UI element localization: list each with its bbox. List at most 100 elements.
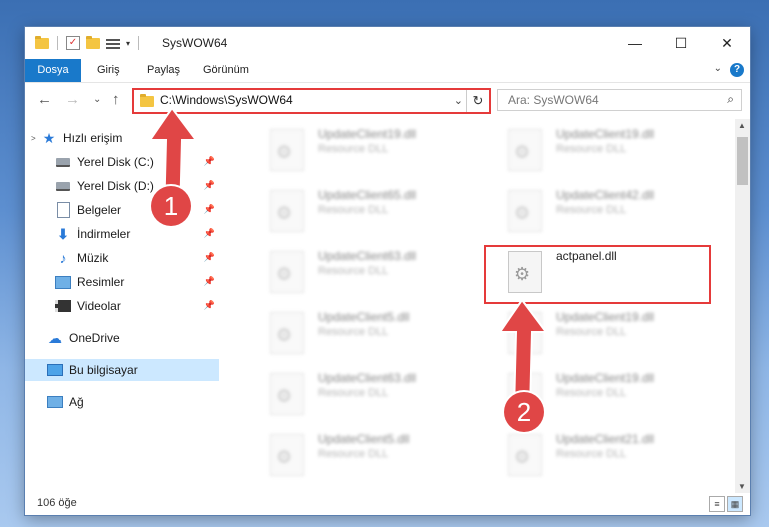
file-item[interactable]: UpdateClient65.dll Resource DLL (246, 182, 474, 234)
pin-icon[interactable]: 📌 (204, 252, 215, 263)
file-description: Resource DLL (318, 387, 389, 399)
file-description: Resource DLL (318, 143, 389, 155)
document-icon (55, 202, 71, 218)
sidebar-item-music[interactable]: ♪ Müzik 📌 (25, 247, 219, 269)
file-item[interactable]: UpdateClient5.dll Resource DLL (246, 304, 474, 356)
maximize-button[interactable]: ☐ (658, 27, 704, 59)
tab-home[interactable]: Giriş (85, 59, 132, 82)
close-button[interactable]: ✕ (704, 27, 750, 59)
new-folder-icon[interactable] (86, 35, 100, 49)
file-name: UpdateClient65.dll (318, 188, 417, 202)
search-icon[interactable]: ⌕ (727, 92, 734, 107)
title-bar: ✓ ▾ SysWOW64 — ☐ ✕ (25, 27, 750, 59)
dll-file-icon (270, 251, 304, 293)
file-description: Resource DLL (556, 387, 627, 399)
file-description: Resource DLL (556, 326, 627, 338)
file-name: UpdateClient5.dll (318, 310, 410, 324)
dll-file-icon (270, 312, 304, 354)
item-count: 106 öğe (37, 497, 77, 509)
sidebar-item-this-pc[interactable]: Bu bilgisayar (25, 359, 219, 381)
file-name: UpdateClient19.dll (556, 371, 655, 385)
file-description: Resource DLL (318, 265, 389, 277)
scrollbar-thumb[interactable] (737, 137, 748, 185)
up-button[interactable]: ↑ (112, 91, 120, 108)
tab-share[interactable]: Paylaş (135, 59, 192, 82)
download-icon: ⬇ (57, 225, 69, 242)
sidebar-item-label: Resimler (77, 275, 125, 289)
pin-icon[interactable]: 📌 (204, 276, 215, 287)
scroll-down-icon[interactable]: ▼ (738, 482, 746, 491)
computer-icon (47, 362, 63, 378)
step-badge-1: 1 (151, 186, 191, 226)
file-description: Resource DLL (556, 204, 627, 216)
toolbar-separator (138, 36, 140, 50)
recent-locations-button[interactable]: ⌄ (93, 94, 101, 105)
forward-button[interactable]: → (65, 91, 80, 108)
folder-icon[interactable] (35, 35, 49, 49)
file-description: Resource DLL (318, 326, 389, 338)
file-name: UpdateClient42.dll (556, 188, 655, 202)
file-name: UpdateClient21.dll (556, 432, 655, 446)
dll-file-icon (270, 373, 304, 415)
refresh-button[interactable]: ↻ (466, 90, 489, 112)
scroll-up-icon[interactable]: ▲ (738, 121, 746, 130)
minimize-button[interactable]: — (612, 27, 658, 59)
toolbar-separator (57, 36, 58, 50)
file-list: UpdateClient19.dll Resource DLL UpdateCl… (222, 119, 735, 493)
file-name: UpdateClient19.dll (318, 127, 417, 141)
vertical-scrollbar[interactable]: ▲ ▼ (735, 119, 750, 493)
sidebar-item-onedrive[interactable]: ☁ OneDrive (25, 327, 219, 349)
help-icon[interactable]: ? (730, 63, 744, 77)
ribbon-tabs: Dosya Giriş Paylaş Görünüm ⌄ ? (25, 59, 750, 83)
sidebar-item-label: İndirmeler (77, 227, 131, 241)
sidebar-item-label: Videolar (77, 299, 121, 313)
properties-icon[interactable] (106, 37, 120, 49)
back-button[interactable]: ← (37, 91, 52, 108)
file-name: UpdateClient5.dll (318, 432, 410, 446)
customize-toolbar-icon[interactable]: ▾ (126, 39, 130, 48)
sidebar-item-network[interactable]: Ağ (25, 391, 219, 413)
pictures-icon (55, 274, 71, 290)
dll-file-icon (270, 190, 304, 232)
search-input[interactable]: Ara: SysWOW64 ⌕ (497, 89, 742, 111)
file-item[interactable]: UpdateClient5.dll Resource DLL (246, 426, 474, 478)
pin-icon[interactable]: 📌 (204, 300, 215, 311)
dll-file-icon (270, 129, 304, 171)
file-name: UpdateClient63.dll (318, 249, 417, 263)
file-item[interactable]: UpdateClient42.dll Resource DLL (484, 182, 712, 234)
file-item[interactable]: UpdateClient19.dll Resource DLL (246, 121, 474, 173)
file-description: Resource DLL (318, 448, 389, 460)
file-item[interactable]: UpdateClient21.dll Resource DLL (484, 426, 712, 478)
address-dropdown-icon[interactable]: ⌄ (454, 94, 463, 107)
step-badge-2: 2 (504, 392, 544, 432)
drive-icon (55, 178, 71, 194)
file-description: Resource DLL (556, 448, 627, 460)
sidebar-item-label: Bu bilgisayar (69, 363, 138, 377)
properties-check-icon[interactable]: ✓ (66, 36, 80, 50)
expand-chevron-icon[interactable]: > (31, 134, 41, 143)
music-icon: ♪ (59, 250, 67, 266)
file-description: Resource DLL (556, 143, 627, 155)
file-item[interactable]: UpdateClient63.dll Resource DLL (246, 243, 474, 295)
dll-file-icon (508, 190, 542, 232)
tab-view[interactable]: Görünüm (191, 59, 261, 82)
sidebar-item-videos[interactable]: Videolar 📌 (25, 295, 219, 317)
ribbon-expand-icon[interactable]: ⌄ (714, 63, 722, 74)
sidebar-item-pictures[interactable]: Resimler 📌 (25, 271, 219, 293)
status-bar: 106 öğe ≡ ▦ (25, 493, 750, 515)
file-item[interactable]: UpdateClient19.dll Resource DLL (484, 121, 712, 173)
navigation-bar: ← → ⌄ ↑ C:\Windows\SysWOW64 ⌄ ↻ Ara: Sys… (25, 83, 750, 117)
file-name: UpdateClient19.dll (556, 310, 655, 324)
dll-file-icon (270, 434, 304, 476)
large-icons-view-icon[interactable]: ▦ (727, 496, 743, 512)
dll-file-icon (508, 434, 542, 476)
search-placeholder: Ara: SysWOW64 (508, 93, 599, 107)
details-view-icon[interactable]: ≡ (709, 496, 725, 512)
sidebar-item-label: Hızlı erişim (63, 131, 123, 145)
file-item[interactable]: UpdateClient63.dll Resource DLL (246, 365, 474, 417)
dll-file-icon (508, 129, 542, 171)
file-name: UpdateClient19.dll (556, 127, 655, 141)
file-description: Resource DLL (318, 204, 389, 216)
tab-file[interactable]: Dosya (25, 59, 81, 82)
cloud-icon: ☁ (48, 329, 62, 346)
